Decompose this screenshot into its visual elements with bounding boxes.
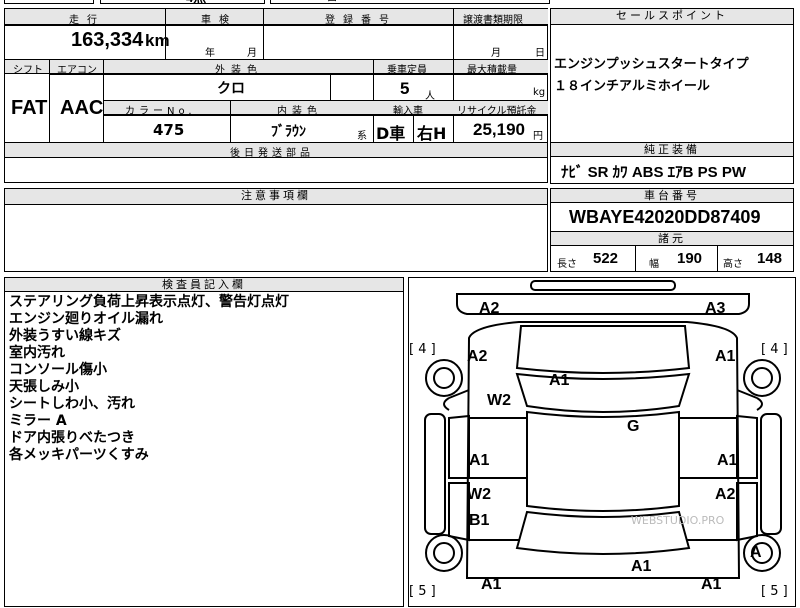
note-line: ステアリング負荷上昇表示点灯、警告灯点灯 xyxy=(9,294,289,310)
misc-partial: 番 xyxy=(326,0,338,4)
mileage-value: 163,334 xyxy=(71,29,144,51)
tire-rear-left-tread: [ 5 ] xyxy=(409,584,436,599)
chassis-number: WBAYE42020DD87409 xyxy=(569,207,761,227)
reg-header: 登録番号 xyxy=(325,15,397,26)
shaken-month: 月 xyxy=(247,48,257,59)
mark-rear-door-right: A2 xyxy=(715,486,736,503)
note-line: コンソール傷小 xyxy=(9,362,107,378)
height-value: 148 xyxy=(757,250,783,267)
height-label: 高さ xyxy=(723,259,743,270)
ac-value: AAC xyxy=(60,97,104,119)
equipment-header: 純正装備 xyxy=(644,143,700,156)
ext-color-value: クロ xyxy=(217,81,245,97)
mark-front-door-left: A1 xyxy=(469,452,490,469)
spec-table: 走行 車検 登録番号 譲渡書類期限 163,334 km 年 月 月 日 シフト… xyxy=(4,8,548,144)
top-cell-left xyxy=(4,0,94,4)
tire-front-right-tread: [ 4 ] xyxy=(761,342,788,357)
recycle-value: 25,190 xyxy=(473,120,525,139)
capacity-value: 5 xyxy=(400,79,410,98)
mark-rear-window-left: W2 xyxy=(467,486,491,503)
recycle-unit: 円 xyxy=(533,131,543,142)
sales-point-line-1: エンジンプッシュスタートタイプ xyxy=(554,57,749,72)
width-label: 幅 xyxy=(649,259,659,270)
mark-front-door-right: A1 xyxy=(717,452,738,469)
note-line: 室内汚れ xyxy=(9,345,65,361)
top-cell-mid: 4点 xyxy=(100,0,265,6)
mark-roof: G xyxy=(627,418,640,435)
caution-header: 注意事項欄 xyxy=(241,189,311,202)
import-type: D車 xyxy=(376,124,406,143)
note-line: 天張しみ小 xyxy=(9,379,79,395)
mark-rear-fender-left: A1 xyxy=(481,576,502,593)
dimensions-header: 諸元 xyxy=(658,232,686,245)
mileage-unit: km xyxy=(145,31,170,50)
mileage-header: 走行 xyxy=(69,15,105,26)
shaken-header: 車検 xyxy=(201,15,237,26)
note-line: シートしわ小、汚れ xyxy=(9,396,135,412)
chassis-box: 車台番号 WBAYE42020DD87409 諸元 長さ 522 幅 190 高… xyxy=(550,188,794,272)
int-color-suffix: 系 xyxy=(357,131,367,142)
note-line: エンジン廻りオイル漏れ xyxy=(9,311,163,327)
shaken-year: 年 xyxy=(205,48,215,59)
mark-trunk: A1 xyxy=(631,558,652,575)
car-outline-svg xyxy=(424,280,782,579)
watermark: WEBSTUDIO.PRO xyxy=(631,514,725,527)
note-line: 各メッキパーツくすみ xyxy=(9,447,149,463)
note-line: ミラー A xyxy=(9,413,67,429)
mark-front-fender-right: A1 xyxy=(715,348,736,365)
transfer-header: 譲渡書類期限 xyxy=(463,15,523,26)
equipment-box: 純正装備 ﾅﾋﾞ SR ｶﾜ ABS ｴｱB PS PW xyxy=(550,142,794,184)
mark-windshield: W2 xyxy=(487,392,511,409)
mark-rear-fender-right: A1 xyxy=(701,576,722,593)
caution-box: 注意事項欄 xyxy=(4,188,548,272)
grade-partial: 4点 xyxy=(186,0,206,6)
sales-point-line-2: １８インチアルミホイール xyxy=(554,79,710,94)
note-line: ドア内張りべたつき xyxy=(9,430,135,446)
length-value: 522 xyxy=(593,250,619,267)
later-parts-body xyxy=(4,157,548,183)
transfer-month: 月 xyxy=(491,48,501,59)
shift-header: シフト xyxy=(13,65,43,76)
tire-rear-right-tread: [ 5 ] xyxy=(761,584,788,599)
sales-point-box: セールスポイント エンジンプッシュスタートタイプ １８インチアルミホイール xyxy=(550,8,794,143)
transfer-day: 日 xyxy=(535,48,545,59)
int-color-value: ﾌﾞﾗｳﾝ xyxy=(271,124,306,140)
car-diagram: [ 4 ] [ 4 ] [ 5 ] [ 5 ] A2 A3 A2 A1 A1 W… xyxy=(408,277,796,607)
later-parts-row: 後日発送部品 xyxy=(4,142,548,159)
top-cell-right: 番 xyxy=(270,0,550,4)
mark-front-bumper-left: A2 xyxy=(479,300,500,317)
inspector-box: 検査員記入欄 ステアリング負荷上昇表示点灯、警告灯点灯 エンジン廻りオイル漏れ … xyxy=(4,277,404,607)
length-label: 長さ xyxy=(557,259,577,270)
mark-front-fender-left: A2 xyxy=(467,348,488,365)
mark-front-bumper-right: A3 xyxy=(705,300,726,317)
mark-hood: A1 xyxy=(549,372,570,389)
note-line: 外装うすい線キズ xyxy=(9,328,121,344)
inspector-header: 検査員記入欄 xyxy=(162,278,246,291)
width-value: 190 xyxy=(677,250,703,267)
shift-value: FAT xyxy=(11,97,48,119)
color-no-value: 475 xyxy=(153,121,185,139)
mark-rear-wheel-right: A xyxy=(750,544,762,561)
sales-point-header: セールスポイント xyxy=(616,9,728,22)
handle-side: 右H xyxy=(417,124,447,143)
chassis-header: 車台番号 xyxy=(644,189,700,202)
equipment-value: ﾅﾋﾞ SR ｶﾜ ABS ｴｱB PS PW xyxy=(561,164,747,181)
mark-rear-door-left: B1 xyxy=(469,512,490,529)
maxload-unit: kg xyxy=(533,87,546,98)
inspector-notes: ステアリング負荷上昇表示点灯、警告灯点灯 エンジン廻りオイル漏れ 外装うすい線キ… xyxy=(9,294,289,464)
tire-front-left-tread: [ 4 ] xyxy=(409,342,436,357)
